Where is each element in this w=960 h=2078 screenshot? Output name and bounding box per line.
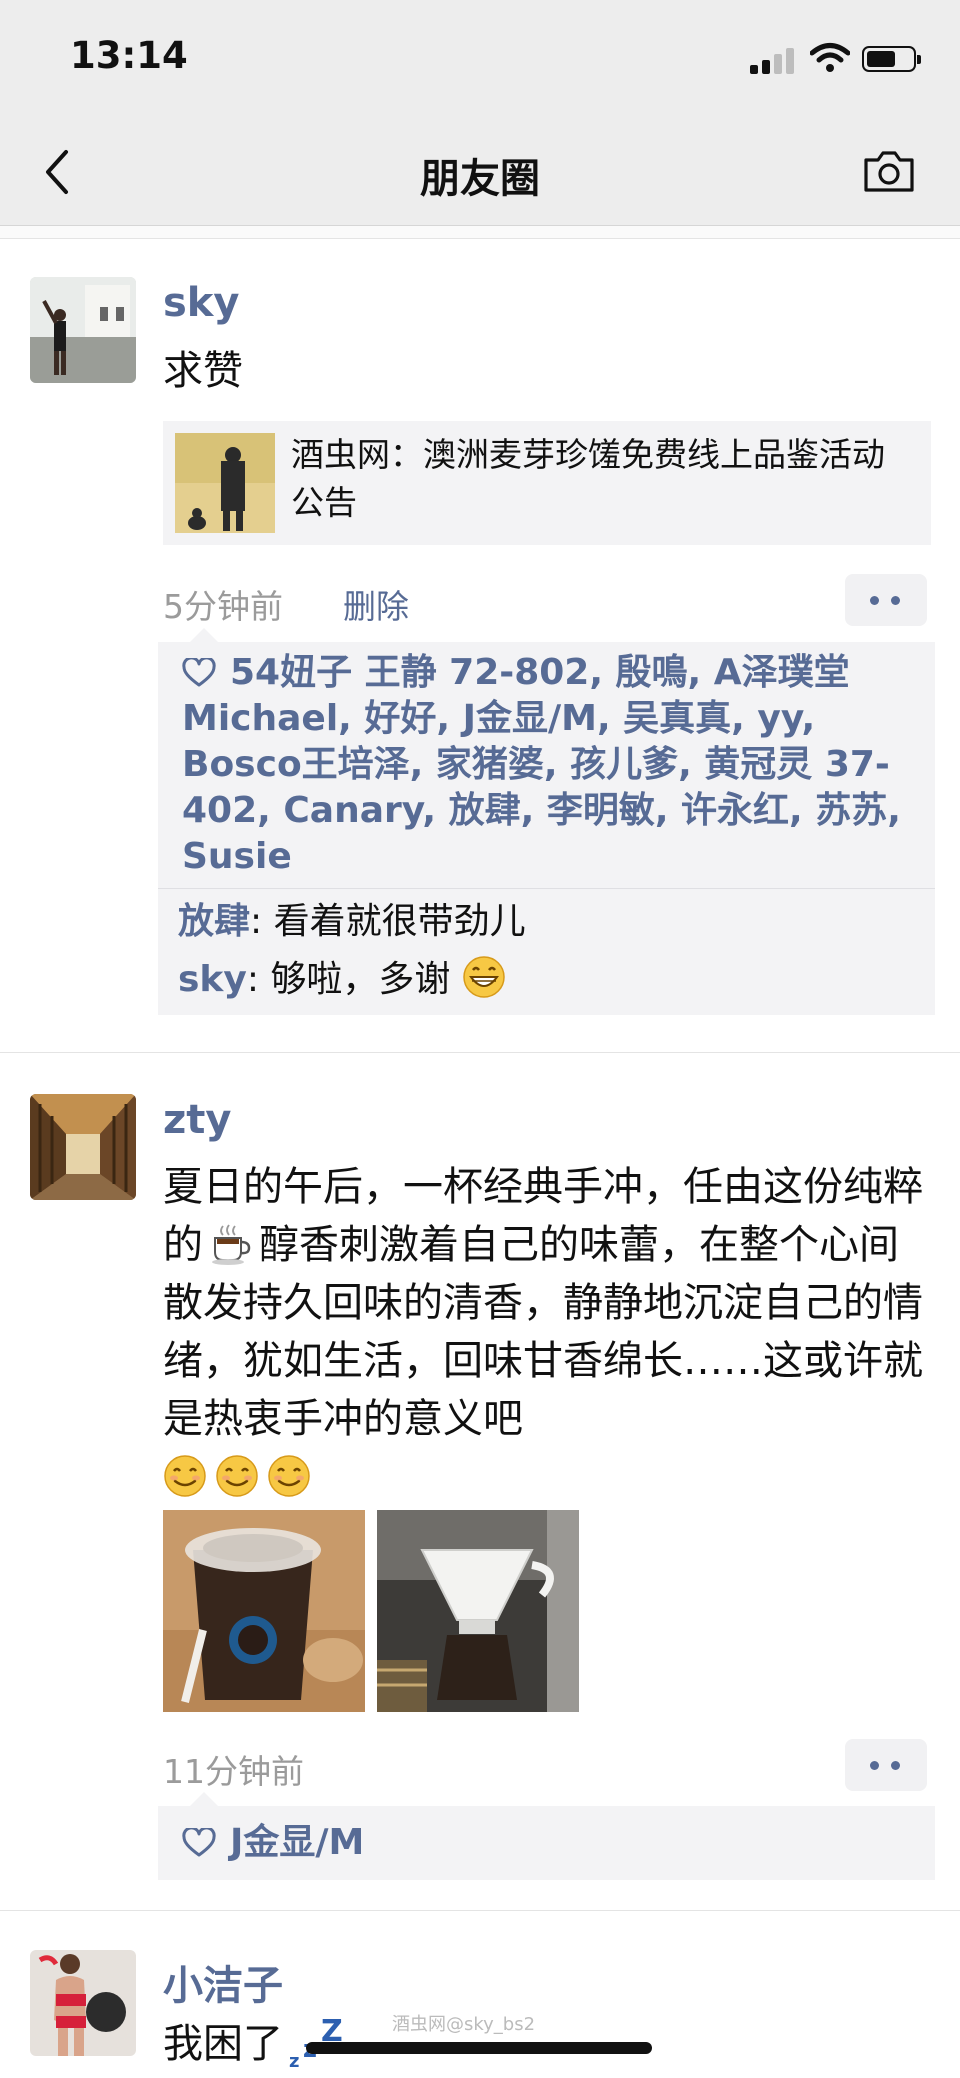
heart-icon (182, 658, 216, 687)
comment-text: : 看着就很带劲儿 (250, 901, 526, 942)
likes-list: J金显/M (158, 1806, 935, 1880)
box-caret (190, 1792, 218, 1806)
post-photo[interactable] (163, 1510, 365, 1712)
svg-text:z: z (289, 2051, 299, 2071)
comment-text: : 够啦，多谢 (246, 959, 451, 1000)
more-actions-button[interactable] (845, 574, 927, 626)
box-caret (190, 628, 218, 642)
more-actions-button[interactable] (845, 1739, 927, 1791)
watermark: 酒虫网@sky_bs2 (392, 2014, 536, 2035)
smile-emoji-icon (216, 1455, 258, 1497)
post-text-part: 我困了 (163, 2021, 283, 2067)
avatar[interactable] (30, 1950, 136, 2056)
smile-emoji-icon (164, 1455, 206, 1497)
post-separator (0, 1910, 960, 1911)
nav-bar: 朋友圈 (0, 118, 960, 226)
post-time: 11分钟前 (163, 1752, 304, 1791)
likes-list: 54妞子 王静 72-802, 殷鳴, A泽璞堂Michael, 好好, J金显… (158, 642, 935, 888)
cellular-signal-icon (750, 48, 798, 74)
grin-emoji-icon (463, 956, 505, 998)
post-text: 夏日的午后，一杯经典手冲，任由这份纯粹的 醇香刺激着自己的味蕾，在整个心间散发持… (163, 1158, 933, 1506)
feed-top-gap (0, 226, 960, 239)
page-title: 朋友圈 (420, 156, 540, 202)
comments-list: 放肆: 看着就很带劲儿 sky: 够啦，多谢 (158, 889, 935, 1015)
comment-author[interactable]: sky (178, 959, 247, 1000)
username[interactable]: zty (163, 1097, 231, 1143)
likes-names[interactable]: J金显/M (230, 1822, 364, 1863)
likes-comments-box: 54妞子 王静 72-802, 殷鳴, A泽璞堂Michael, 好好, J金显… (158, 628, 935, 1015)
comment[interactable]: 放肆: 看着就很带劲儿 (178, 893, 915, 951)
link-title: 酒虫网：澳洲麦芽珍馐免费线上品鉴活动公告 (291, 435, 885, 522)
post-separator (0, 1052, 960, 1053)
post-time: 5分钟前 (163, 587, 283, 626)
likes-names[interactable]: 54妞子 王静 72-802, 殷鳴, A泽璞堂Michael, 好好, J金显… (182, 652, 901, 877)
username[interactable]: 小洁子 (163, 1953, 283, 2011)
camera-button[interactable] (862, 148, 916, 194)
delete-button[interactable]: 删除 (343, 580, 409, 628)
link-thumbnail (175, 433, 275, 533)
avatar[interactable] (30, 1094, 136, 1200)
heart-icon (182, 1828, 216, 1857)
wifi-icon (810, 43, 850, 72)
smile-emoji-icon (268, 1455, 310, 1497)
post-text: 求赞 (163, 348, 243, 394)
battery-icon (862, 46, 921, 72)
username[interactable]: sky (163, 280, 239, 326)
avatar[interactable] (30, 277, 136, 383)
post-text-part: 醇香刺激着自己的味蕾，在整个心间散发持久回味的清香，静静地沉淀自己的情绪，犹如生… (163, 1222, 923, 1442)
status-bar: 13:14 (0, 0, 960, 118)
home-indicator (306, 2042, 652, 2054)
coffee-emoji-icon (212, 1224, 251, 1265)
comment[interactable]: sky: 够啦，多谢 (178, 951, 915, 1009)
post-photo[interactable] (377, 1510, 579, 1712)
likes-box: J金显/M (158, 1792, 935, 1880)
status-time: 13:14 (70, 34, 188, 77)
shared-link-card[interactable]: 酒虫网：澳洲麦芽珍馐免费线上品鉴活动公告 (163, 421, 931, 545)
comment-author[interactable]: 放肆 (178, 901, 250, 942)
